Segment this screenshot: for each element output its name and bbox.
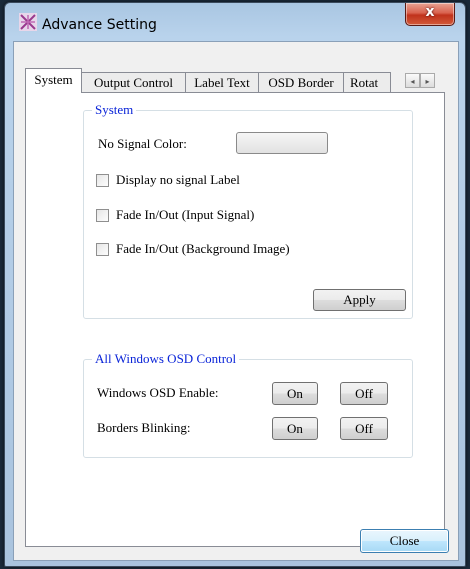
borders-blinking-off-button[interactable]: Off (340, 417, 388, 440)
tab-system[interactable]: System (25, 68, 82, 93)
fade-background-image-checkbox[interactable] (96, 243, 109, 256)
tab-osd-border[interactable]: OSD Border (258, 72, 344, 92)
no-signal-color-label: No Signal Color: (98, 136, 187, 151)
dialog-client-area: System Output Control Label Text OSD Bor… (13, 41, 459, 561)
tab-scroll-right-icon[interactable]: ▸ (420, 73, 435, 88)
borders-blinking-label: Borders Blinking: (97, 420, 191, 435)
osd-enable-on-button[interactable]: On (272, 382, 318, 405)
apply-button[interactable]: Apply (313, 289, 406, 311)
tab-rotate[interactable]: Rotat (343, 72, 391, 92)
tab-panel-system: System No Signal Color: Display no signa… (25, 92, 445, 547)
display-no-signal-label-checkbox[interactable] (96, 174, 109, 187)
app-icon (19, 13, 37, 31)
title-bar[interactable]: Advance Setting x (5, 3, 465, 33)
tab-label-text[interactable]: Label Text (185, 72, 259, 92)
osd-control-group: All Windows OSD Control Windows OSD Enab… (83, 351, 413, 458)
osd-enable-off-button[interactable]: Off (340, 382, 388, 405)
close-button[interactable]: Close (360, 529, 449, 553)
window-close-button[interactable]: x (405, 3, 455, 26)
fade-input-signal-checkbox[interactable] (96, 209, 109, 222)
tab-output-control[interactable]: Output Control (81, 72, 186, 92)
system-group: System No Signal Color: Display no signa… (83, 102, 413, 319)
close-icon: x (425, 4, 435, 20)
borders-blinking-on-button[interactable]: On (272, 417, 318, 440)
window-title: Advance Setting (42, 17, 157, 33)
no-signal-color-button[interactable] (236, 132, 328, 154)
osd-control-group-legend: All Windows OSD Control (92, 351, 240, 367)
fade-input-signal-text: Fade In/Out (Input Signal) (116, 207, 255, 222)
display-no-signal-label-text: Display no signal Label (116, 172, 240, 187)
advance-setting-window: Advance Setting x System Output Control … (4, 2, 466, 567)
tab-scroll-left-icon[interactable]: ◂ (405, 73, 420, 88)
fade-background-image-text: Fade In/Out (Background Image) (116, 241, 290, 256)
windows-osd-enable-label: Windows OSD Enable: (97, 385, 219, 400)
system-group-legend: System (92, 102, 137, 118)
